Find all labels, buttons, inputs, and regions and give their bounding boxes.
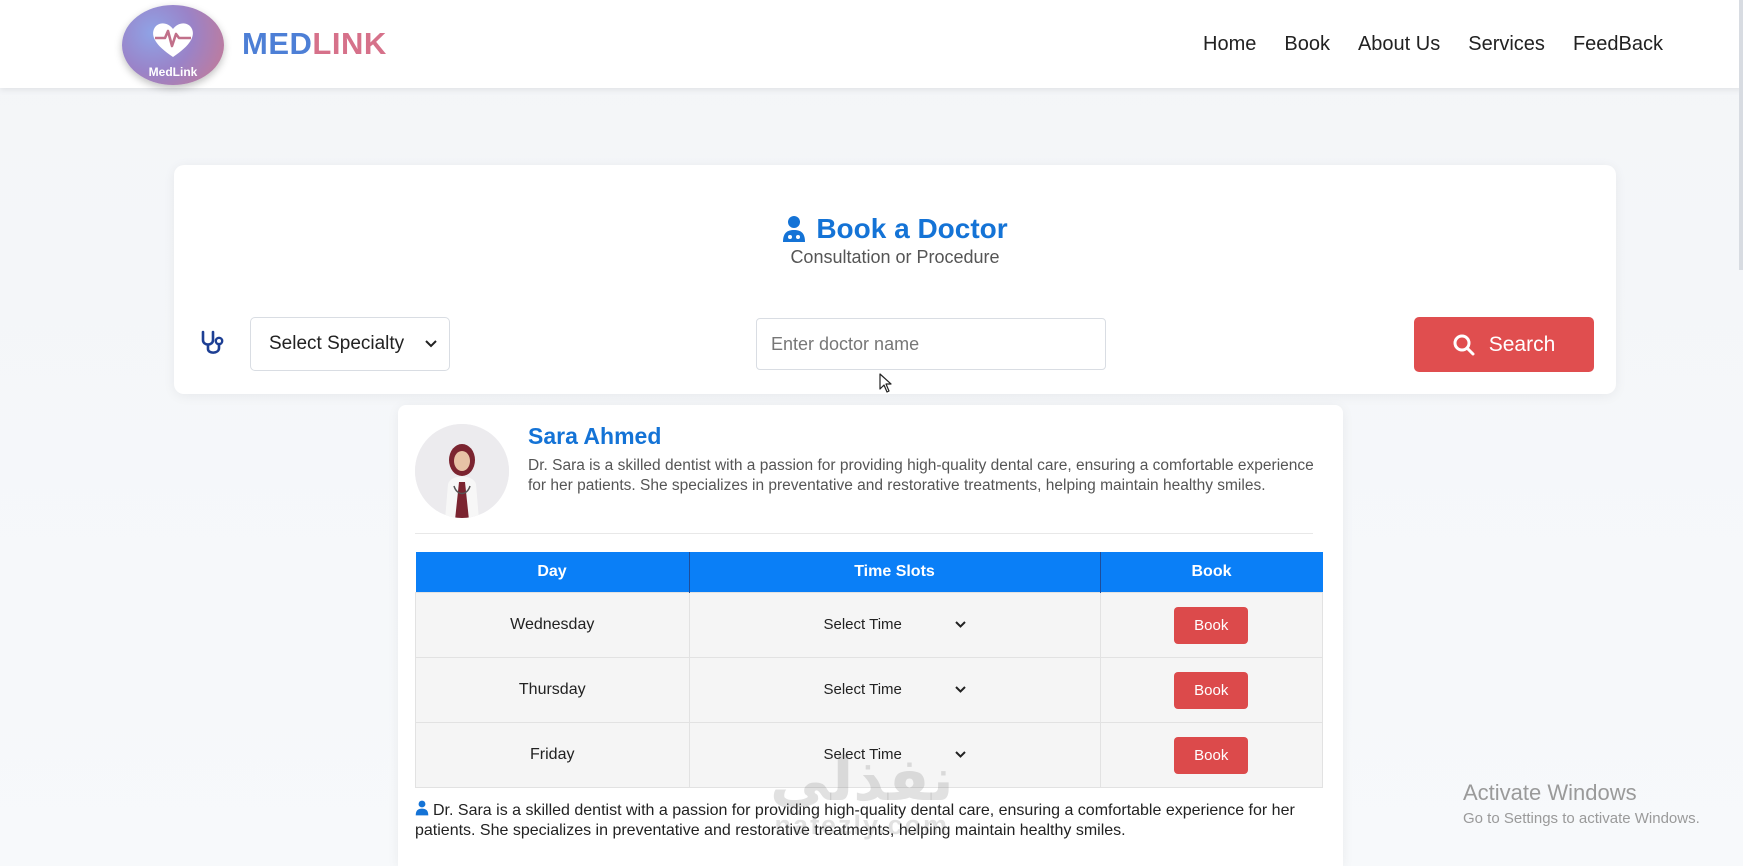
time-select[interactable]: Select Time	[824, 616, 966, 633]
day-cell: Thursday	[415, 657, 690, 723]
doctor-icon	[415, 800, 429, 816]
nav-about-us[interactable]: About Us	[1358, 33, 1440, 56]
schedule-header-row: Day Time Slots Book	[415, 552, 1323, 593]
scrollbar[interactable]	[1739, 0, 1743, 270]
doctor-avatar	[415, 424, 509, 518]
header-book: Book	[1099, 552, 1323, 593]
divider	[415, 533, 1313, 534]
doctor-portrait	[415, 424, 509, 518]
specialty-select-value: Select Specialty	[269, 333, 405, 354]
doctor-bio-footer-text: Dr. Sara is a skilled dentist with a pas…	[415, 802, 1295, 839]
book-cell: Book	[1099, 657, 1323, 723]
nav-feedback[interactable]: FeedBack	[1573, 33, 1663, 56]
search-button[interactable]: Search	[1414, 317, 1594, 372]
day-cell: Friday	[415, 722, 690, 788]
specialty-select[interactable]: Select Specialty	[250, 317, 450, 371]
schedule-table: Day Time Slots Book Wednesday Select Tim…	[415, 552, 1323, 788]
search-icon	[1453, 334, 1475, 355]
time-select-value: Select Time	[823, 681, 902, 698]
time-cell: Select Time	[688, 592, 1101, 658]
table-row: Wednesday Select Time Book	[415, 592, 1323, 658]
table-row: Friday Select Time Book	[415, 722, 1323, 788]
activation-title: Activate Windows	[1463, 780, 1637, 805]
time-select[interactable]: Select Time	[824, 681, 966, 698]
nav-book[interactable]: Book	[1284, 33, 1330, 56]
book-button[interactable]: Book	[1174, 606, 1249, 644]
brand-part-med: MED	[242, 26, 313, 61]
chevron-down-icon	[954, 621, 966, 628]
logo-text: MedLink	[148, 65, 198, 79]
header-day: Day	[415, 552, 689, 593]
header-time-slots: Time Slots	[688, 552, 1100, 593]
search-card: Book a Doctor Consultation or Procedure …	[174, 165, 1616, 394]
doctor-name-input[interactable]	[756, 318, 1106, 370]
time-cell: Select Time	[688, 657, 1101, 723]
brand-part-link: LINK	[312, 26, 387, 61]
logo[interactable]: MedLink	[122, 5, 224, 85]
brand-name: MEDLINK	[242, 26, 387, 62]
doctor-card: Sara Ahmed Dr. Sara is a skilled dentist…	[398, 405, 1343, 866]
chevron-down-icon	[954, 751, 966, 758]
heart-pulse-icon	[153, 23, 193, 57]
navbar: MedLink MEDLINK Home Book About Us Servi…	[0, 0, 1743, 88]
page-subtitle: Consultation or Procedure	[790, 247, 1000, 267]
doctor-name[interactable]: Sara Ahmed	[528, 423, 661, 450]
stethoscope-icon	[201, 330, 224, 354]
search-button-label: Search	[1488, 332, 1556, 356]
book-cell: Book	[1099, 592, 1323, 658]
mouse-cursor-icon	[879, 373, 892, 393]
time-select-value: Select Time	[823, 616, 902, 633]
nav-services[interactable]: Services	[1468, 33, 1545, 56]
chevron-down-icon	[425, 340, 437, 348]
windows-activation-notice: Activate Windows Go to Settings to activ…	[1463, 780, 1700, 827]
day-cell: Wednesday	[415, 592, 690, 658]
nav-links: Home Book About Us Services FeedBack	[1203, 33, 1663, 56]
page-title-text: Book a Doctor	[816, 213, 1008, 244]
activation-subtitle: Go to Settings to activate Windows.	[1463, 810, 1700, 827]
doctor-icon	[783, 216, 806, 242]
chevron-down-icon	[954, 686, 966, 693]
doctor-bio-footer: Dr. Sara is a skilled dentist with a pas…	[415, 800, 1315, 841]
time-cell: Select Time	[688, 722, 1101, 788]
time-select[interactable]: Select Time	[824, 746, 966, 763]
title-row: Book a Doctor	[174, 213, 1616, 248]
doctor-bio: Dr. Sara is a skilled dentist with a pas…	[528, 457, 1314, 494]
book-button[interactable]: Book	[1174, 671, 1249, 709]
time-select-value: Select Time	[823, 746, 902, 763]
page-title: Book a Doctor	[782, 213, 1008, 245]
book-cell: Book	[1099, 722, 1323, 788]
table-row: Thursday Select Time Book	[415, 657, 1323, 723]
book-button[interactable]: Book	[1174, 736, 1249, 774]
nav-home[interactable]: Home	[1203, 33, 1256, 56]
